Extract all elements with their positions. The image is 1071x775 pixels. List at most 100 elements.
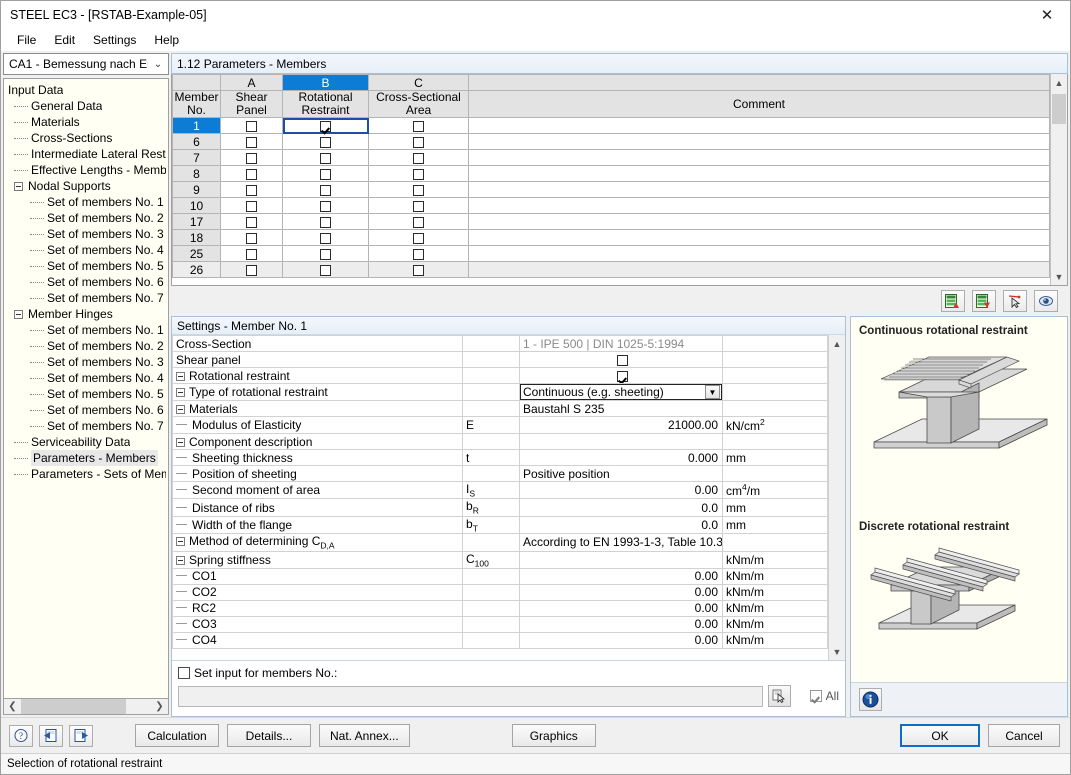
tree-item[interactable]: Intermediate Lateral Restra [4, 146, 168, 162]
table-row[interactable]: 6 [173, 134, 1050, 150]
row-header-member-no[interactable]: 7 [173, 150, 221, 166]
row-header-member-no[interactable]: 8 [173, 166, 221, 182]
tree-item[interactable]: Set of members No. 2 - [4, 338, 168, 354]
cell-comment[interactable] [469, 118, 1050, 134]
hscroll-thumb[interactable] [21, 699, 126, 714]
cell-rotational-restraint-checkbox[interactable] [320, 169, 331, 180]
cell-shear-panel-checkbox[interactable] [246, 249, 257, 260]
cell-cross-sectional-area[interactable] [369, 134, 469, 150]
cell-cross-sectional-area-checkbox[interactable] [413, 233, 424, 244]
cell-comment[interactable] [469, 150, 1050, 166]
tree-item[interactable]: Set of members No. 1 - [4, 322, 168, 338]
table-row[interactable]: 7 [173, 150, 1050, 166]
tree-item[interactable]: Effective Lengths - Members [4, 162, 168, 178]
tree-item[interactable]: Set of members No. 5 - [4, 386, 168, 402]
cell-rotational-restraint-checkbox[interactable] [320, 249, 331, 260]
tree-item[interactable]: Set of members No. 7 - [4, 418, 168, 434]
cell-shear-panel[interactable] [221, 246, 283, 262]
tree-item[interactable]: Set of members No. 4 - [4, 242, 168, 258]
cell-rotational-restraint[interactable] [283, 246, 369, 262]
property-row[interactable]: Method of determining CD,AAccording to E… [173, 534, 828, 551]
column-letter-b[interactable]: B [283, 75, 369, 91]
menu-item-edit[interactable]: Edit [45, 31, 84, 49]
chevron-down-icon[interactable]: ▼ [705, 385, 720, 399]
property-value-cell[interactable]: 21000.00 [520, 417, 723, 434]
cell-shear-panel[interactable] [221, 118, 283, 134]
cell-rotational-restraint[interactable] [283, 262, 369, 278]
cell-cross-sectional-area[interactable] [369, 230, 469, 246]
tree-item[interactable]: Serviceability Data [4, 434, 168, 450]
import-icon[interactable] [39, 725, 63, 747]
members-grid[interactable]: A B C Member No. [171, 74, 1068, 286]
scroll-right-icon[interactable]: ❯ [151, 701, 168, 712]
set-input-checkbox[interactable] [178, 667, 190, 679]
all-checkbox[interactable] [810, 690, 822, 702]
property-value-cell[interactable]: 0.0 [520, 516, 723, 533]
cell-cross-sectional-area[interactable] [369, 214, 469, 230]
scroll-left-icon[interactable]: ❮ [4, 701, 21, 712]
tree-item[interactable]: Member Hinges [4, 306, 168, 322]
cell-shear-panel[interactable] [221, 230, 283, 246]
grid-vscrollbar[interactable]: ▲ ▼ [1050, 74, 1067, 285]
row-header-member-no[interactable]: 6 [173, 134, 221, 150]
view-mode-icon[interactable] [1034, 290, 1058, 312]
property-row[interactable]: Second moment of areaIS0.00cm4/m [173, 482, 828, 499]
cell-rotational-restraint[interactable] [283, 134, 369, 150]
property-value-checkbox[interactable] [617, 355, 628, 366]
property-row[interactable]: CO20.00kNm/m [173, 584, 828, 600]
property-row[interactable]: Distance of ribsbR0.0mm [173, 499, 828, 516]
cell-shear-panel-checkbox[interactable] [246, 265, 257, 276]
cell-cross-sectional-area-checkbox[interactable] [413, 153, 424, 164]
row-header-member-no[interactable]: 1 [173, 118, 221, 134]
table-row[interactable]: 10 [173, 198, 1050, 214]
row-header-member-no[interactable]: 18 [173, 230, 221, 246]
property-value-cell[interactable]: 1 - IPE 500 | DIN 1025-5:1994 [520, 336, 723, 352]
cell-cross-sectional-area-checkbox[interactable] [413, 217, 424, 228]
cell-cross-sectional-area[interactable] [369, 182, 469, 198]
cell-comment[interactable] [469, 214, 1050, 230]
table-row[interactable]: 9 [173, 182, 1050, 198]
close-icon[interactable]: ✕ [1024, 1, 1070, 29]
menu-item-settings[interactable]: Settings [84, 31, 145, 49]
cell-comment[interactable] [469, 246, 1050, 262]
property-expander-icon[interactable] [176, 537, 185, 546]
table-row[interactable]: 1 [173, 118, 1050, 134]
set-input-row[interactable]: Set input for members No.: [178, 666, 839, 680]
property-value-cell[interactable]: 0.00 [520, 584, 723, 600]
tree-item[interactable]: Materials [4, 114, 168, 130]
cell-comment[interactable] [469, 230, 1050, 246]
property-value-cell[interactable]: According to EN 1993-1-3, Table 10.3 [520, 534, 723, 551]
cell-rotational-restraint-checkbox[interactable] [320, 185, 331, 196]
navigator-hscrollbar[interactable]: ❮ ❯ [3, 698, 169, 715]
menu-item-file[interactable]: File [8, 31, 45, 49]
cell-shear-panel[interactable] [221, 214, 283, 230]
property-value-cell[interactable]: Continuous (e.g. sheeting)▼ [520, 384, 723, 401]
cell-rotational-restraint[interactable] [283, 182, 369, 198]
property-value-cell[interactable]: 0.00 [520, 616, 723, 632]
cell-shear-panel-checkbox[interactable] [246, 201, 257, 212]
property-expander-icon[interactable] [176, 372, 185, 381]
property-value-cell[interactable]: 0.000 [520, 450, 723, 466]
tree-item[interactable]: Set of members No. 5 - [4, 258, 168, 274]
tree-item[interactable]: Parameters - Sets of Membe [4, 466, 168, 482]
cell-comment[interactable] [469, 262, 1050, 278]
property-row[interactable]: Modulus of ElasticityE21000.00kN/cm2 [173, 417, 828, 434]
properties-list[interactable]: Cross-Section1 - IPE 500 | DIN 1025-5:19… [172, 335, 845, 660]
property-value-cell[interactable]: 0.00 [520, 600, 723, 616]
cell-rotational-restraint[interactable] [283, 118, 369, 134]
property-value-cell[interactable] [520, 434, 723, 450]
pick-from-model-icon[interactable] [1003, 290, 1027, 312]
export-to-excel-icon[interactable] [941, 290, 965, 312]
property-value-cell[interactable] [520, 368, 723, 384]
cell-comment[interactable] [469, 198, 1050, 214]
import-from-excel-icon[interactable] [972, 290, 996, 312]
tree-item[interactable]: General Data [4, 98, 168, 114]
table-row[interactable]: 18 [173, 230, 1050, 246]
props-scroll-down-icon[interactable]: ▼ [829, 643, 845, 660]
scroll-up-icon[interactable]: ▲ [1051, 74, 1067, 91]
cell-rotational-restraint-checkbox[interactable] [320, 137, 331, 148]
cell-cross-sectional-area[interactable] [369, 166, 469, 182]
cell-rotational-restraint-checkbox[interactable] [320, 233, 331, 244]
property-row[interactable]: CO30.00kNm/m [173, 616, 828, 632]
table-row[interactable]: 8 [173, 166, 1050, 182]
